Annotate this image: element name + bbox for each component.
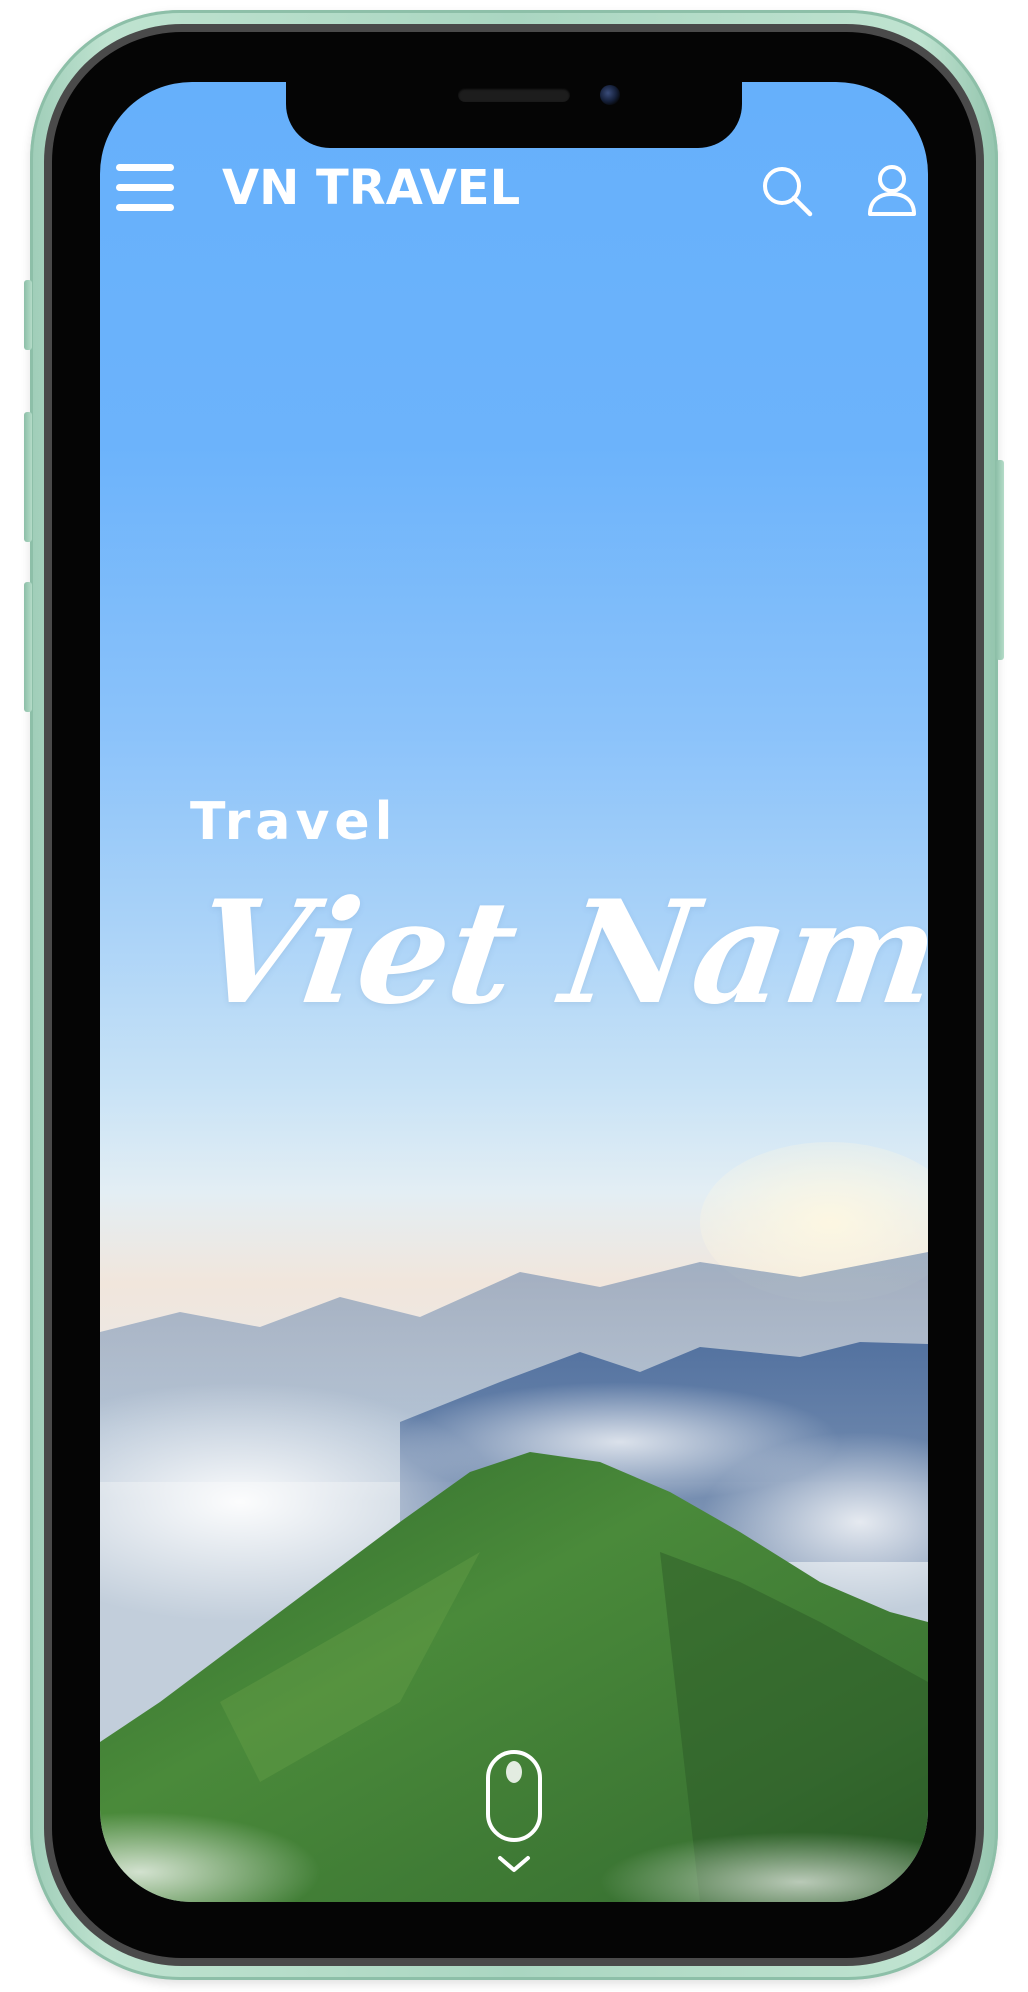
- mouse-scroll-icon: [486, 1750, 542, 1872]
- front-camera: [600, 85, 620, 105]
- hero-eyebrow: Travel: [190, 792, 398, 852]
- user-icon[interactable]: [866, 164, 918, 218]
- earpiece-speaker: [458, 88, 570, 102]
- power-button: [996, 460, 1004, 660]
- brand-logo-text[interactable]: VN TRAVEL: [222, 160, 520, 216]
- scroll-down-indicator[interactable]: [484, 1750, 544, 1880]
- hero-headline: Viet Nam: [186, 870, 928, 1036]
- app-screen: VN TRAVEL Travel Viet Nam: [100, 82, 928, 1902]
- hamburger-menu-icon[interactable]: [116, 164, 174, 212]
- search-icon[interactable]: [760, 164, 814, 218]
- mute-switch: [24, 280, 32, 350]
- hero-title-block: Travel Viet Nam: [186, 792, 928, 1036]
- volume-down-button: [24, 582, 32, 712]
- volume-up-button: [24, 412, 32, 542]
- chevron-down-icon: [498, 1856, 530, 1872]
